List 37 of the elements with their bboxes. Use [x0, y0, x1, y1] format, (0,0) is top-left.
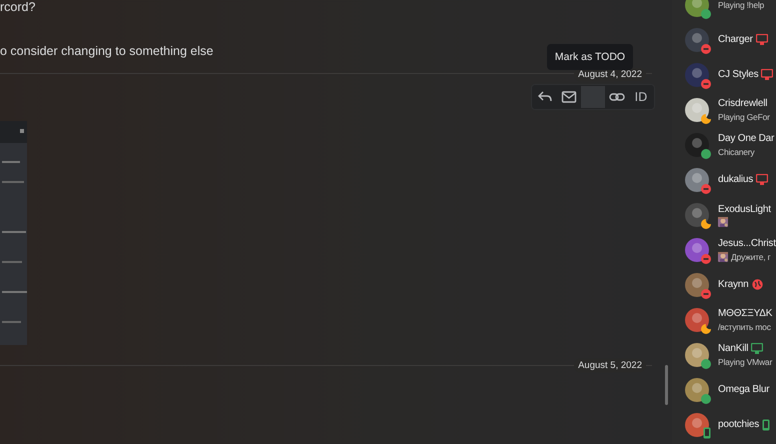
member-activity: Chicanery — [718, 146, 754, 158]
date-label: August 5, 2022 — [574, 359, 646, 372]
member-activity: Playing GeFor — [718, 110, 770, 122]
member-name[interactable]: Jesus...Christ — [718, 236, 776, 250]
avatar — [685, 378, 709, 402]
avatar — [685, 308, 709, 332]
member-activity: /вступить moc — [718, 320, 771, 332]
member-name[interactable]: MΘΘΣΞΥΔΚ — [718, 306, 772, 320]
member-activity: Дружите, г — [731, 250, 771, 262]
avatar — [685, 168, 709, 192]
member-activity: Playing VMwar — [718, 356, 772, 368]
avatar — [685, 238, 709, 262]
tooltip: Mark as TODO — [547, 44, 633, 70]
member-name[interactable]: pootchies — [718, 418, 760, 432]
member-name[interactable]: Charger — [718, 32, 753, 46]
member-name[interactable]: ExodusLight — [718, 202, 771, 216]
scrollbar-thumb[interactable] — [665, 365, 668, 405]
avatar — [685, 342, 709, 366]
member-name[interactable]: CJ Styles — [718, 68, 758, 82]
avatar — [685, 412, 709, 436]
avatar — [685, 28, 709, 52]
avatar — [685, 272, 709, 296]
member-name[interactable]: dukalius — [718, 172, 754, 186]
avatar — [685, 62, 709, 86]
avatar — [685, 98, 709, 122]
id-button[interactable]: ID — [629, 86, 653, 108]
member-name[interactable]: Day One Dar — [718, 132, 774, 146]
member-activity: Playing !help — [718, 0, 764, 10]
message-text: rcord? — [0, 0, 36, 14]
member-name[interactable]: Omega Blur — [718, 382, 770, 396]
avatar — [685, 202, 709, 226]
avatar — [685, 132, 709, 156]
envelope-icon — [561, 89, 577, 105]
member-name[interactable]: Crisdrewlell — [718, 96, 768, 110]
member-name[interactable]: NanKill — [718, 342, 748, 356]
member-name[interactable]: Kraynn — [718, 278, 748, 292]
message-text: o consider changing to something else — [0, 43, 214, 59]
